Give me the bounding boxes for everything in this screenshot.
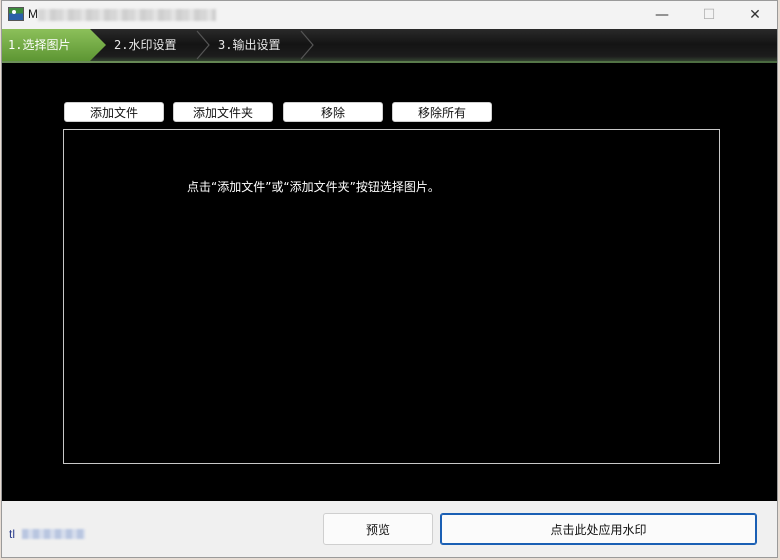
redacted-status — [22, 529, 85, 539]
remove-button[interactable]: 移除 — [283, 102, 383, 122]
step-navigation: 1.选择图片 2.水印设置 3.输出设置 — [2, 29, 777, 63]
add-file-button[interactable]: 添加文件 — [64, 102, 164, 122]
close-button[interactable]: ✕ — [732, 1, 777, 29]
redacted-title — [38, 9, 216, 21]
app-window: M — ☐ ✕ 1.选择图片 2.水印设置 3.输出设置 添加文件 添加文件夹 … — [1, 0, 778, 558]
maximize-button[interactable]: ☐ — [686, 1, 732, 29]
minimize-button[interactable]: — — [639, 1, 685, 29]
status-text: tl — [9, 527, 15, 541]
remove-all-button[interactable]: 移除所有 — [392, 102, 492, 122]
file-list[interactable]: 点击“添加文件”或“添加文件夹”按钮选择图片。 — [63, 129, 720, 464]
window-title: M — [28, 7, 38, 21]
title-bar[interactable]: M — ☐ ✕ — [2, 1, 777, 29]
step-watermark-settings[interactable]: 2.水印设置 — [114, 29, 176, 61]
step-select-images[interactable]: 1.选择图片 — [2, 29, 106, 61]
chevron-right-icon — [299, 29, 315, 61]
add-folder-button[interactable]: 添加文件夹 — [173, 102, 273, 122]
empty-list-hint: 点击“添加文件”或“添加文件夹”按钮选择图片。 — [187, 180, 440, 194]
chevron-right-icon — [195, 29, 211, 61]
step-output-settings[interactable]: 3.输出设置 — [218, 29, 280, 61]
preview-button[interactable]: 预览 — [323, 513, 433, 545]
apply-watermark-button[interactable]: 点击此处应用水印 — [440, 513, 757, 545]
app-icon — [8, 7, 24, 21]
bottom-bar: tl 预览 点击此处应用水印 — [2, 501, 777, 557]
